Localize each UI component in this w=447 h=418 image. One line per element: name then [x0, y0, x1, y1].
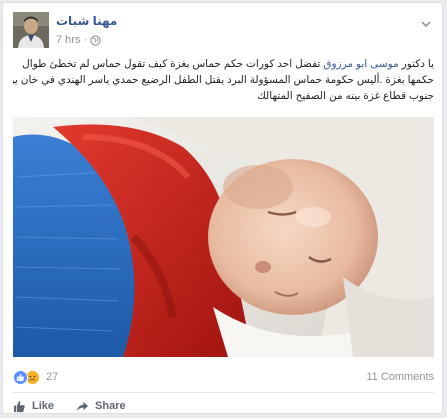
like-icon[interactable]: [13, 369, 28, 385]
thumbs-up-icon: [13, 400, 25, 412]
mention-link[interactable]: موسى ابو مرزوق: [323, 58, 398, 70]
reactions-count[interactable]: 27: [46, 371, 58, 383]
post-text-line-1-post: تفضل احد كورات حكم حماس بغزة كيف تقول حم…: [22, 58, 324, 70]
post-photo[interactable]: [13, 117, 434, 357]
post-author-name[interactable]: مهنا شبات: [56, 14, 117, 28]
post-timestamp[interactable]: 7 hrs: [56, 34, 80, 46]
like-button[interactable]: Like: [13, 400, 54, 413]
post-text-line-2: حكمها بغزة .أليس حكومة حماس المسؤولة الب…: [13, 74, 434, 86]
share-arrow-icon: [76, 401, 89, 411]
like-label: Like: [32, 400, 55, 412]
comments-count[interactable]: 11 Comments: [366, 371, 434, 383]
actions-divider: [13, 392, 434, 393]
chevron-down-icon[interactable]: [420, 17, 432, 29]
post-text-line-1: يا دكتور موسى ابو مرزوق تفضل احد كورات ح…: [13, 56, 434, 72]
post-text-line-3: جنوب قطاع غزة بيته من الصفيح المتهالك: [257, 90, 434, 102]
post-text: يا دكتور موسى ابو مرزوق تفضل احد كورات ح…: [13, 56, 434, 104]
reactions-bar: 27 11 Comments: [13, 368, 434, 386]
post-meta: 7 hrs ·: [56, 34, 101, 46]
post-text-line-1-pre: يا دكتور: [398, 58, 434, 70]
share-button[interactable]: Share: [76, 400, 126, 413]
meta-separator: ·: [83, 34, 88, 46]
post-card: مهنا شبات 7 hrs · يا دكتور موسى ابو مرزو…: [2, 2, 443, 414]
share-label: Share: [95, 400, 126, 412]
globe-icon[interactable]: [90, 34, 101, 46]
avatar[interactable]: [13, 12, 49, 48]
post-actions: Like Share: [13, 396, 126, 413]
